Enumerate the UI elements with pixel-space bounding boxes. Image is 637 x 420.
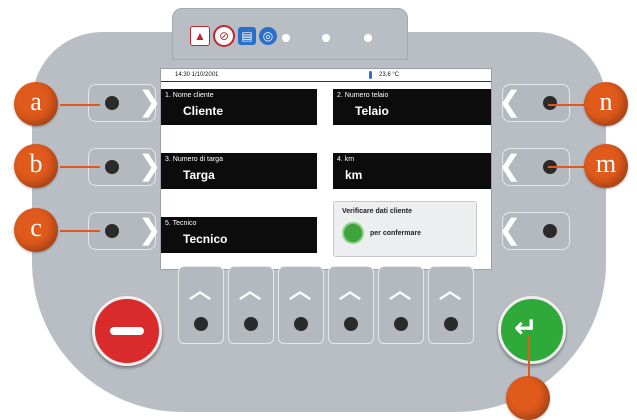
callout-a: a — [14, 82, 58, 126]
thermometer-icon — [369, 71, 372, 79]
status-icons: ▲ ⊘ ▤ ◎ — [190, 25, 280, 47]
verify-dialog: Verificare dati cliente per confermare — [333, 201, 477, 257]
chevron-right-icon: ❯ — [138, 86, 162, 117]
temperature-label: 23,6 °C — [379, 72, 400, 78]
field-label: 1. Nome cliente — [165, 92, 214, 99]
field-label: 2. Numero telaio — [337, 92, 389, 99]
callout-n: n — [584, 82, 628, 126]
verify-title: Verificare dati cliente — [342, 208, 413, 215]
button-knob — [294, 317, 308, 331]
callout-line — [60, 166, 100, 168]
chevron-up-icon: ︿ — [339, 278, 362, 303]
indicator-led-2 — [322, 34, 330, 42]
callout-c: c — [14, 208, 58, 252]
button-knob — [105, 96, 119, 110]
chevron-up-icon: ︿ — [289, 278, 312, 303]
chevron-up-icon: ︿ — [239, 278, 262, 303]
chevron-up-icon: ︿ — [439, 278, 462, 303]
warning-icon: ▲ — [190, 26, 210, 46]
confirm-indicator-icon — [342, 222, 364, 244]
field-chassis-number[interactable]: 2. Numero telaio Telaio — [333, 89, 491, 125]
field-value: Tecnico — [183, 232, 228, 246]
callout-line — [60, 104, 100, 106]
button-knob — [244, 317, 258, 331]
magnifier-icon: ◎ — [259, 27, 277, 45]
chevron-left-icon: ❮ — [498, 214, 522, 245]
status-bar: 14:30 1/10/2001 23,6 °C — [161, 69, 491, 82]
document-icon: ▤ — [238, 27, 256, 45]
field-value: Cliente — [183, 104, 224, 118]
confirm-button[interactable]: ↵ — [498, 296, 566, 364]
button-knob — [543, 224, 557, 238]
chevron-left-icon: ❮ — [498, 86, 522, 117]
field-label: 4. km — [337, 156, 355, 163]
callout-m: m — [584, 144, 628, 188]
button-knob — [344, 317, 358, 331]
display-screen: 14:30 1/10/2001 23,6 °C 1. Nome cliente … — [160, 68, 492, 270]
indicator-led-1 — [282, 34, 290, 42]
indicator-led-3 — [364, 34, 372, 42]
function-key-5[interactable]: ︿ — [378, 266, 424, 344]
function-key-4[interactable]: ︿ — [328, 266, 374, 344]
field-km[interactable]: 4. km km — [333, 153, 491, 189]
callout-line — [548, 166, 588, 168]
callout-b: b — [14, 144, 58, 188]
no-entry-icon: ⊘ — [213, 25, 235, 47]
button-knob — [105, 224, 119, 238]
field-value: Targa — [183, 168, 215, 182]
chevron-up-icon: ︿ — [389, 278, 412, 303]
field-label: 5. Tecnico — [165, 220, 197, 227]
button-knob — [105, 160, 119, 174]
callout-line — [60, 230, 100, 232]
field-customer-name[interactable]: 1. Nome cliente Cliente — [161, 89, 317, 125]
button-knob — [444, 317, 458, 331]
callout-confirm — [506, 376, 550, 420]
button-knob — [543, 96, 557, 110]
chevron-right-icon: ❯ — [138, 150, 162, 181]
field-technician[interactable]: 5. Tecnico Tecnico — [161, 217, 317, 253]
field-label: 3. Numero di targa — [165, 156, 223, 163]
function-key-2[interactable]: ︿ — [228, 266, 274, 344]
function-key-6[interactable]: ︿ — [428, 266, 474, 344]
chevron-right-icon: ❯ — [138, 214, 162, 245]
confirm-label: per confermare — [370, 230, 421, 237]
button-knob — [394, 317, 408, 331]
button-knob — [194, 317, 208, 331]
field-value: Telaio — [355, 104, 389, 118]
field-plate-number[interactable]: 3. Numero di targa Targa — [161, 153, 317, 189]
enter-icon: ↵ — [514, 312, 538, 343]
field-value: km — [345, 168, 363, 182]
minus-icon — [110, 327, 144, 335]
callout-line — [548, 104, 588, 106]
function-key-3[interactable]: ︿ — [278, 266, 324, 344]
chevron-up-icon: ︿ — [189, 278, 212, 303]
cancel-button[interactable] — [92, 296, 162, 366]
function-key-1[interactable]: ︿ — [178, 266, 224, 344]
datetime-label: 14:30 1/10/2001 — [175, 72, 219, 78]
chevron-left-icon: ❮ — [498, 150, 522, 181]
